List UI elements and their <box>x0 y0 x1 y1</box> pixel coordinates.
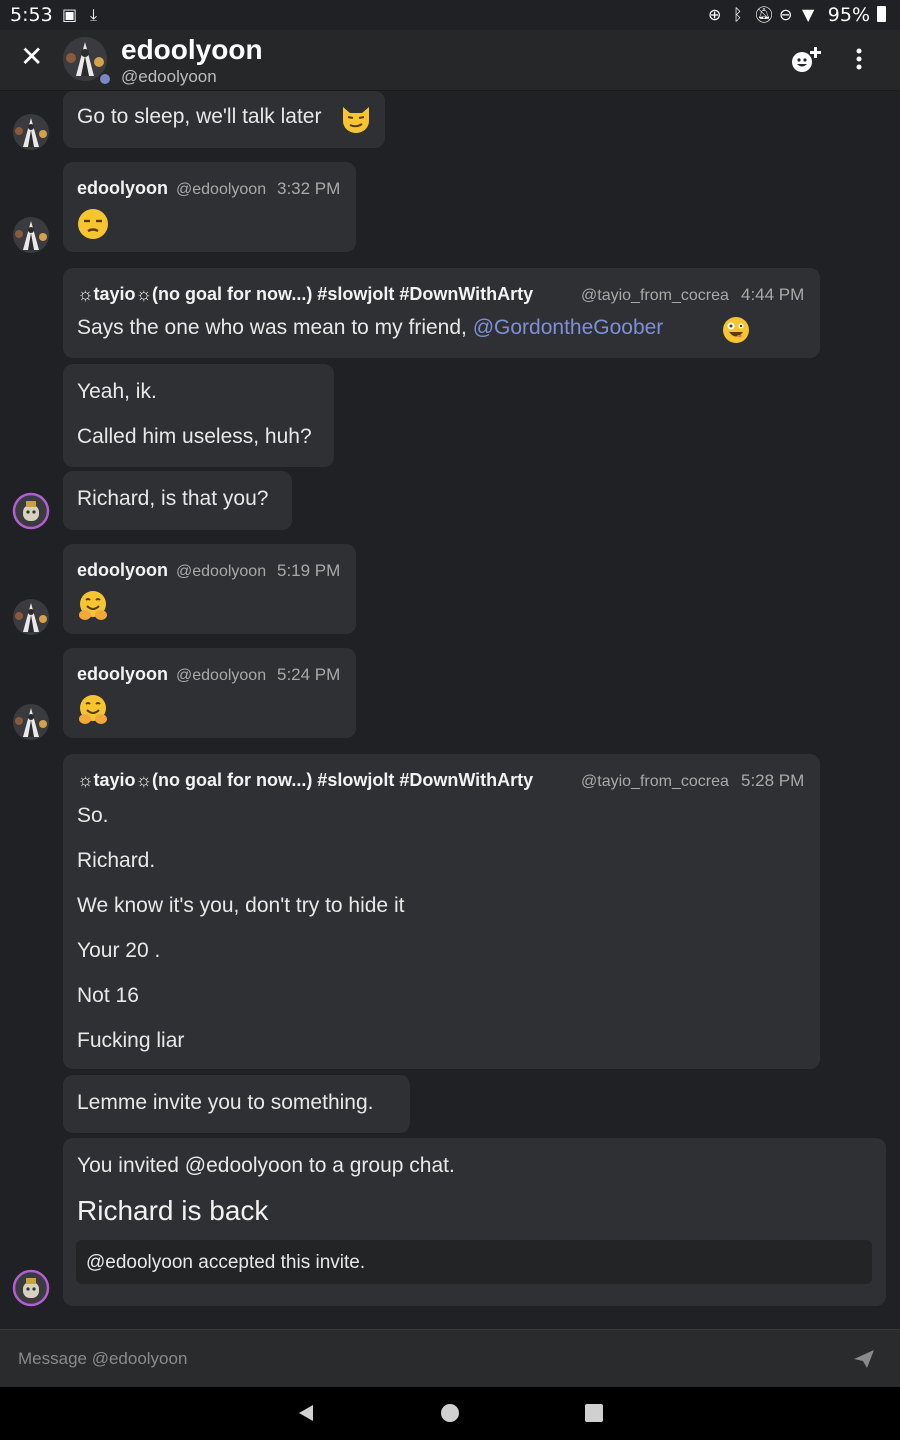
zany-face-icon <box>723 317 749 343</box>
message-bubble[interactable]: Go to sleep, we'll talk later <box>63 91 385 148</box>
smirking-cat-icon <box>343 107 369 133</box>
chat-header: ✕ edoolyoon @edoolyoon <box>0 30 900 91</box>
message-text: We know it's you, don't try to hide it <box>77 894 405 917</box>
unamused-face-icon <box>78 209 108 239</box>
avatar[interactable] <box>12 113 50 151</box>
message-text: Lemme invite you to something. <box>77 1091 374 1114</box>
avatar[interactable] <box>12 216 50 254</box>
message-text: You invited @edoolyoon to a group chat. <box>77 1154 455 1177</box>
user-mention[interactable]: @GordontheGoober <box>473 316 664 339</box>
message-bubble[interactable]: ☼tayio☼(no goal for now...) #slowjolt #D… <box>63 754 820 1069</box>
message-author[interactable]: edoolyoon <box>77 178 168 199</box>
message-author[interactable]: ☼tayio☼(no goal for now...) #slowjolt #D… <box>77 284 533 305</box>
message-timestamp: 5:28 PM <box>741 771 805 790</box>
presence-indicator <box>98 72 112 86</box>
message-text: So. <box>77 804 109 827</box>
message-text: Go to sleep, we'll talk later <box>77 105 322 128</box>
clock: 5:53 <box>10 4 53 26</box>
message-text: Not 16 <box>77 984 139 1007</box>
message-text: Says the one who was mean to my friend, … <box>77 316 663 340</box>
more-options-icon[interactable] <box>850 46 868 74</box>
home-icon[interactable] <box>441 1404 459 1422</box>
message-bubble[interactable]: Lemme invite you to something. <box>63 1075 410 1133</box>
status-bar: 5:53 ▣ ⤓ ⊕ ᛒ 🔕︎ ⊖ ▼ 95% <box>0 0 900 30</box>
hugging-face-icon <box>79 591 107 620</box>
page-title: edoolyoon <box>121 34 263 65</box>
message-bubble[interactable]: You invited @edoolyoon to a group chat. … <box>63 1138 886 1306</box>
message-text: Yeah, ik. <box>77 380 157 403</box>
dnd-icon: ⊖ <box>779 5 793 24</box>
message-list[interactable]: Go to sleep, we'll talk later edoolyoon … <box>0 91 900 1329</box>
hugging-face-icon <box>79 695 107 724</box>
avatar[interactable] <box>12 1269 50 1307</box>
message-bubble[interactable]: edoolyoon @edoolyoon 3:32 PM <box>63 162 356 252</box>
message-author[interactable]: ☼tayio☼(no goal for now...) #slowjolt #D… <box>77 770 533 791</box>
avatar[interactable] <box>12 598 50 636</box>
message-author[interactable]: edoolyoon <box>77 560 168 581</box>
download-icon: ⤓ <box>90 5 98 24</box>
battery-percent: 95% <box>827 4 870 26</box>
sync-icon: ⊕ <box>708 5 722 24</box>
message-bubble[interactable]: Yeah, ik. Called him useless, huh? <box>63 364 334 467</box>
mute-icon: 🔕︎ <box>754 5 775 24</box>
message-bubble[interactable]: Richard, is that you? <box>63 471 292 530</box>
message-handle: @edoolyoon <box>176 181 267 198</box>
group-chat-name[interactable]: Richard is back <box>77 1195 268 1227</box>
back-icon[interactable] <box>296 1403 316 1423</box>
avatar[interactable] <box>12 703 50 741</box>
close-icon[interactable]: ✕ <box>20 43 43 71</box>
bluetooth-icon: ᛒ <box>733 5 743 24</box>
message-timestamp: 5:24 PM <box>277 665 341 684</box>
send-icon[interactable] <box>852 1348 876 1370</box>
invite-status: @edoolyoon accepted this invite. <box>86 1252 366 1273</box>
message-bubble[interactable]: ☼tayio☼(no goal for now...) #slowjolt #D… <box>63 268 820 358</box>
message-handle: @tayio_from_cocrea <box>581 287 729 304</box>
message-text: Richard. <box>77 849 156 872</box>
recents-icon[interactable] <box>585 1404 603 1422</box>
message-composer <box>0 1329 900 1388</box>
message-input[interactable] <box>0 1330 820 1388</box>
battery-icon <box>877 6 886 22</box>
message-timestamp: 4:44 PM <box>741 285 805 304</box>
message-body: Says the one who was mean to my friend, <box>77 316 473 339</box>
add-friend-icon[interactable] <box>790 46 822 74</box>
message-author[interactable]: edoolyoon <box>77 664 168 685</box>
message-text: Fucking liar <box>77 1029 185 1052</box>
page-subtitle: @edoolyoon <box>121 67 217 86</box>
invite-status-card[interactable]: @edoolyoon accepted this invite. <box>76 1240 872 1284</box>
message-text: Called him useless, huh? <box>77 425 312 448</box>
message-handle: @tayio_from_cocrea <box>581 773 729 790</box>
image-icon: ▣ <box>62 5 78 24</box>
message-bubble[interactable]: edoolyoon @edoolyoon 5:19 PM <box>63 544 356 634</box>
message-timestamp: 3:32 PM <box>277 179 341 198</box>
message-bubble[interactable]: edoolyoon @edoolyoon 5:24 PM <box>63 648 356 738</box>
avatar[interactable] <box>12 492 50 530</box>
message-timestamp: 5:19 PM <box>277 561 341 580</box>
message-handle: @edoolyoon <box>176 667 267 684</box>
message-text: Richard, is that you? <box>77 487 269 510</box>
message-handle: @edoolyoon <box>176 563 267 580</box>
message-text: Your 20 . <box>77 939 161 962</box>
wifi-icon: ▼ <box>802 5 815 24</box>
